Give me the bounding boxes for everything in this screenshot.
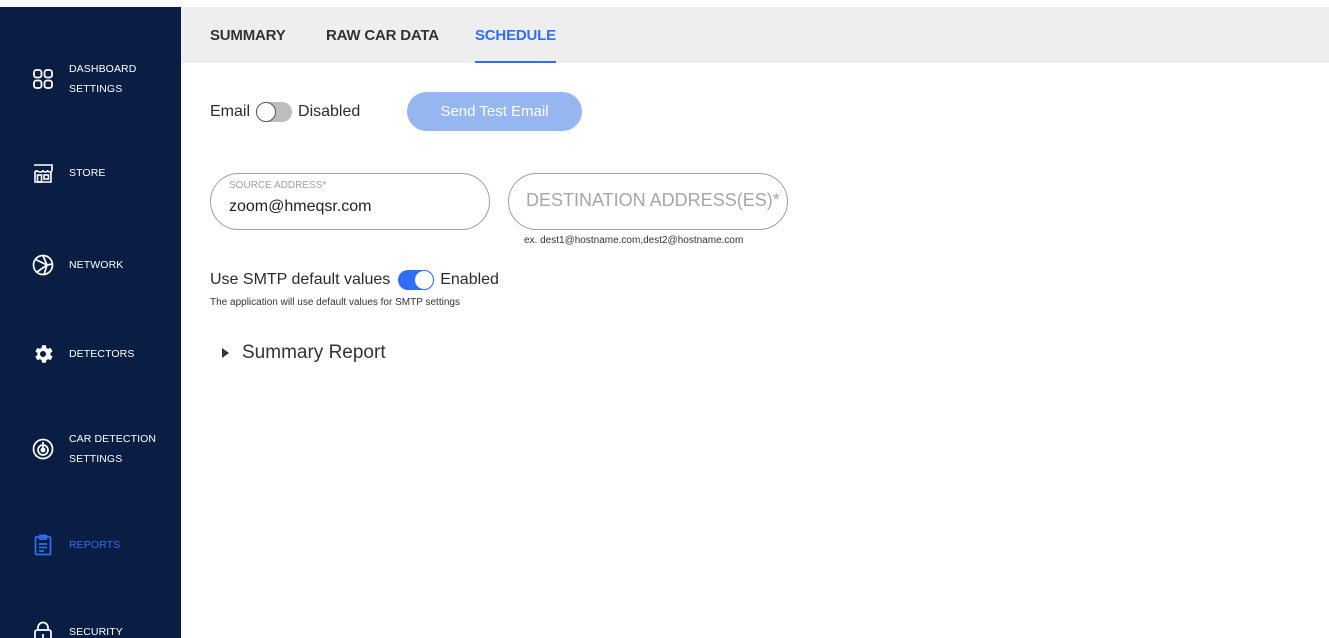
store-icon bbox=[29, 159, 57, 187]
smtp-status: Enabled bbox=[440, 271, 499, 288]
sidebar-label-line1: CAR DETECTION bbox=[69, 433, 157, 445]
smtp-description: The application will use default values … bbox=[210, 297, 460, 308]
tab-summary[interactable]: SUMMARY bbox=[210, 7, 286, 63]
sidebar-item-label: DETECTORS bbox=[69, 348, 135, 360]
source-address-label: SOURCE ADDRESS* bbox=[229, 180, 327, 191]
sidebar-item-label: NETWORK bbox=[69, 259, 124, 271]
smtp-label: Use SMTP default values bbox=[210, 271, 391, 288]
sidebar-item-label: CAR DETECTION SETTINGS bbox=[69, 429, 169, 469]
sidebar-item-detectors[interactable]: DETECTORS bbox=[0, 340, 181, 368]
sidebar-label-line1: DASHBOARD bbox=[69, 63, 137, 75]
smtp-toggle-row: Use SMTP default values Enabled bbox=[210, 268, 499, 292]
email-toggle[interactable] bbox=[256, 102, 293, 122]
network-icon bbox=[29, 251, 57, 279]
email-status: Disabled bbox=[298, 103, 361, 120]
send-test-email-button[interactable]: Send Test Email bbox=[407, 92, 582, 131]
email-toggle-row: Email Disabled bbox=[210, 92, 360, 132]
target-icon bbox=[29, 435, 57, 463]
sidebar: DASHBOARD SETTINGS STORE NETWORK DETECTO… bbox=[0, 7, 181, 638]
summary-report-expander[interactable]: Summary Report bbox=[222, 340, 386, 366]
summary-report-label: Summary Report bbox=[242, 342, 386, 363]
sidebar-item-store[interactable]: STORE bbox=[0, 159, 181, 187]
source-address-value: zoom@hmeqsr.com bbox=[229, 198, 372, 215]
sidebar-item-label: REPORTS bbox=[69, 539, 121, 551]
sidebar-item-label: DASHBOARD SETTINGS bbox=[69, 59, 169, 99]
sidebar-item-reports[interactable]: REPORTS bbox=[0, 531, 181, 559]
sidebar-item-label: SECURITY bbox=[69, 626, 123, 638]
sidebar-label-line2: SETTINGS bbox=[69, 453, 123, 465]
destination-address-placeholder: DESTINATION ADDRESS(ES)* bbox=[526, 190, 780, 210]
sidebar-item-dashboard-settings[interactable]: DASHBOARD SETTINGS bbox=[0, 59, 181, 99]
destination-hint: ex. dest1@hostname.com,dest2@hostname.co… bbox=[524, 235, 744, 246]
clipboard-icon bbox=[29, 531, 57, 559]
dashboard-icon bbox=[29, 65, 57, 93]
sidebar-item-network[interactable]: NETWORK bbox=[0, 251, 181, 279]
tab-schedule[interactable]: SCHEDULE bbox=[475, 7, 556, 63]
tab-bar: SUMMARY RAW CAR DATA SCHEDULE bbox=[181, 7, 1329, 63]
destination-address-field[interactable]: DESTINATION ADDRESS(ES)* bbox=[508, 173, 788, 230]
tab-raw-car-data[interactable]: RAW CAR DATA bbox=[326, 7, 439, 63]
source-address-field[interactable]: SOURCE ADDRESS* zoom@hmeqsr.com bbox=[210, 173, 490, 230]
caret-right-icon bbox=[222, 348, 229, 358]
sidebar-item-car-detection-settings[interactable]: CAR DETECTION SETTINGS bbox=[0, 429, 181, 469]
lock-icon bbox=[29, 618, 57, 638]
sidebar-label-line2: SETTINGS bbox=[69, 83, 123, 95]
gear-icon bbox=[29, 340, 57, 368]
smtp-toggle[interactable] bbox=[398, 270, 435, 290]
toggle-knob bbox=[414, 270, 435, 290]
sidebar-item-label: STORE bbox=[69, 167, 106, 179]
toggle-knob bbox=[256, 102, 277, 122]
sidebar-item-security[interactable]: SECURITY bbox=[0, 618, 181, 638]
email-label: Email bbox=[210, 103, 251, 120]
